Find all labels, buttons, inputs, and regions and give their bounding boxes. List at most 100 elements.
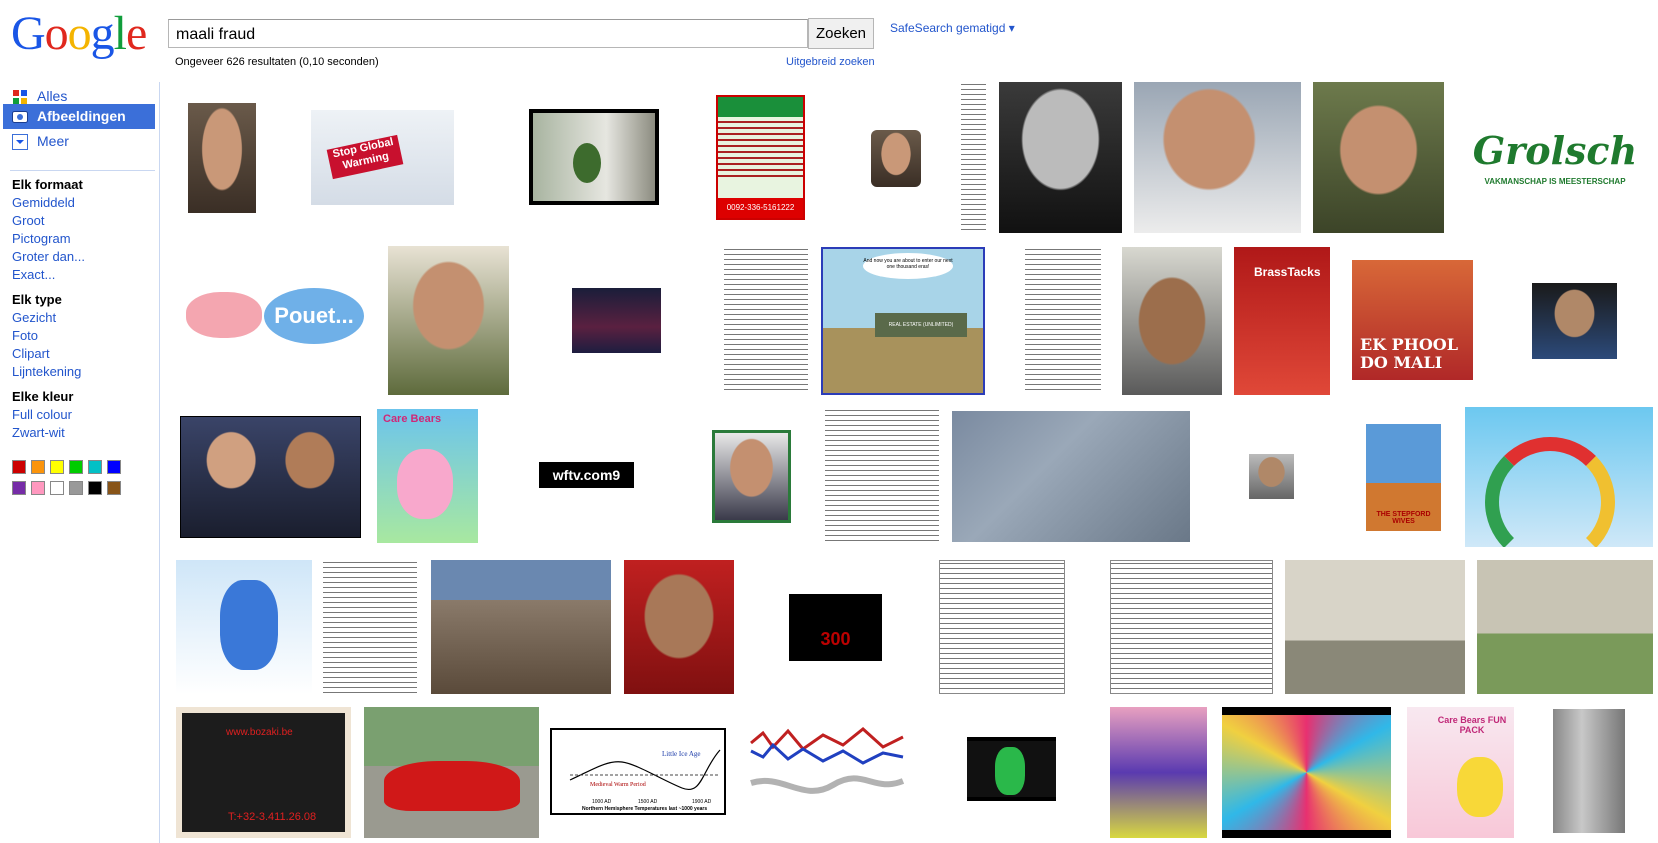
image-thumbnail[interactable] <box>624 560 734 694</box>
image-thumbnail[interactable] <box>939 560 1065 694</box>
image-thumbnail[interactable]: 0092-336-5161222 <box>716 95 805 220</box>
image-thumbnail[interactable] <box>1110 707 1207 838</box>
image-thumbnail[interactable] <box>180 416 361 538</box>
image-thumbnail[interactable]: Stop Global Warming <box>311 110 454 205</box>
image-thumbnail[interactable] <box>1465 407 1653 547</box>
safesearch-dropdown[interactable]: SafeSearch gematigd ▾ <box>890 21 1015 35</box>
type-option[interactable]: Clipart <box>12 346 50 361</box>
thumbnail-caption: Care Bears FUN PACK <box>1437 715 1507 735</box>
image-thumbnail[interactable] <box>1025 247 1101 394</box>
image-thumbnail[interactable]: Pouet... <box>184 282 370 350</box>
image-thumbnail[interactable] <box>1249 454 1294 499</box>
thumbnail-chart <box>750 727 905 794</box>
color-swatch[interactable] <box>69 460 83 474</box>
type-option[interactable]: Foto <box>12 328 38 343</box>
image-thumbnail[interactable] <box>1545 707 1637 838</box>
image-thumbnail[interactable] <box>1122 247 1222 395</box>
thumbnail-subcaption: REAL ESTATE (UNLIMITED) <box>875 313 967 337</box>
color-option[interactable]: Zwart-wit <box>12 425 65 440</box>
image-thumbnail[interactable]: wftv.com9 <box>539 462 634 488</box>
image-thumbnail[interactable] <box>388 246 509 395</box>
nav-more[interactable]: Meer <box>3 129 155 154</box>
image-thumbnail[interactable]: Little Ice Age Medieval Warm Period 1000… <box>550 728 726 815</box>
size-option[interactable]: Exact... <box>12 267 55 282</box>
image-thumbnail[interactable] <box>952 411 1190 542</box>
image-thumbnail[interactable] <box>1313 82 1444 233</box>
image-thumbnail[interactable] <box>323 560 417 694</box>
image-thumbnail[interactable]: Care Bears <box>377 409 478 543</box>
nav-label: Alles <box>37 88 68 104</box>
color-heading: Elke kleur <box>12 389 74 404</box>
image-thumbnail[interactable]: EK PHOOL DO MALI <box>1352 260 1473 380</box>
color-swatch[interactable] <box>50 481 64 495</box>
image-thumbnail[interactable]: BrassTacks <box>1234 247 1330 395</box>
nav-images[interactable]: Afbeeldingen <box>3 104 155 129</box>
size-option[interactable]: Pictogram <box>12 231 71 246</box>
advanced-search-link[interactable]: Uitgebreid zoeken <box>786 56 875 68</box>
image-thumbnail[interactable] <box>724 247 808 393</box>
image-thumbnail[interactable] <box>1222 707 1391 838</box>
thumbnail-caption: 0092-336-5161222 <box>718 198 803 218</box>
logo-letter: l <box>113 7 127 60</box>
logo-letter: G <box>11 7 46 60</box>
more-chevron-icon <box>12 134 28 150</box>
image-thumbnail[interactable]: 300 <box>789 594 882 661</box>
size-option[interactable]: Gemiddeld <box>12 195 75 210</box>
image-thumbnail[interactable] <box>572 288 661 353</box>
size-option[interactable]: Groot <box>12 213 45 228</box>
nav-label: Afbeeldingen <box>37 108 126 124</box>
image-thumbnail[interactable] <box>743 723 913 821</box>
result-stats: Ongeveer 626 resultaten (0,10 seconden) <box>175 56 379 68</box>
color-swatch[interactable] <box>12 481 26 495</box>
image-thumbnail[interactable] <box>967 737 1056 801</box>
image-thumbnail[interactable] <box>1532 283 1617 359</box>
thumbnail-tick: 1900 AD <box>692 799 712 805</box>
image-thumbnail[interactable] <box>431 560 611 694</box>
type-option[interactable]: Gezicht <box>12 310 56 325</box>
thumbnail-caption: BrassTacks <box>1254 265 1321 279</box>
image-thumbnail[interactable]: Care Bears FUN PACK <box>1407 707 1514 838</box>
image-thumbnail[interactable] <box>1134 82 1301 233</box>
color-swatch[interactable] <box>88 460 102 474</box>
thumbnail-subcaption: T:+32-3.411.26.08 <box>228 811 317 823</box>
image-thumbnail[interactable] <box>825 408 939 545</box>
image-thumbnail[interactable] <box>961 82 986 231</box>
thumbnail-caption: And now you are about to enter our next … <box>863 253 953 279</box>
color-swatch[interactable] <box>107 481 121 495</box>
images-icon <box>12 109 28 125</box>
image-thumbnail[interactable]: THE STEPFORD WIVES <box>1366 424 1441 531</box>
type-option[interactable]: Lijntekening <box>12 364 81 379</box>
color-swatch[interactable] <box>31 460 45 474</box>
image-thumbnail[interactable]: Grolsch VAKMANSCHAP IS MEESTERSCHAP <box>1465 108 1645 210</box>
type-heading: Elk type <box>12 292 62 307</box>
image-thumbnail[interactable] <box>1110 560 1273 694</box>
thumbnail-tick: 1000 AD <box>592 799 612 805</box>
thumbnail-subcaption: VAKMANSCHAP IS MEESTERSCHAP <box>1484 177 1626 186</box>
image-thumbnail[interactable] <box>176 560 312 694</box>
image-thumbnail[interactable] <box>1477 560 1653 694</box>
image-thumbnail[interactable] <box>529 109 659 205</box>
color-swatch[interactable] <box>69 481 83 495</box>
thumbnail-caption: Grolsch <box>1472 128 1638 173</box>
size-heading: Elk formaat <box>12 177 83 192</box>
image-thumbnail[interactable] <box>871 130 921 187</box>
search-input[interactable] <box>168 19 808 48</box>
color-swatch[interactable] <box>12 460 26 474</box>
image-thumbnail[interactable] <box>188 103 256 213</box>
logo-letter: g <box>90 7 115 60</box>
size-option[interactable]: Groter dan... <box>12 249 85 264</box>
color-swatch[interactable] <box>50 460 64 474</box>
logo-letter: o <box>67 7 92 60</box>
image-thumbnail[interactable] <box>1285 560 1465 694</box>
color-option[interactable]: Full colour <box>12 407 72 422</box>
google-logo[interactable]: Google <box>11 6 147 62</box>
image-thumbnail[interactable]: And now you are about to enter our next … <box>821 247 985 395</box>
image-thumbnail[interactable] <box>364 707 539 838</box>
image-thumbnail[interactable]: www.bozaki.be T:+32-3.411.26.08 <box>176 707 351 838</box>
color-swatch[interactable] <box>31 481 45 495</box>
image-thumbnail[interactable] <box>999 82 1122 233</box>
image-thumbnail[interactable] <box>712 430 791 523</box>
color-swatch[interactable] <box>88 481 102 495</box>
color-swatch[interactable] <box>107 460 121 474</box>
search-button[interactable]: Zoeken <box>808 18 874 49</box>
